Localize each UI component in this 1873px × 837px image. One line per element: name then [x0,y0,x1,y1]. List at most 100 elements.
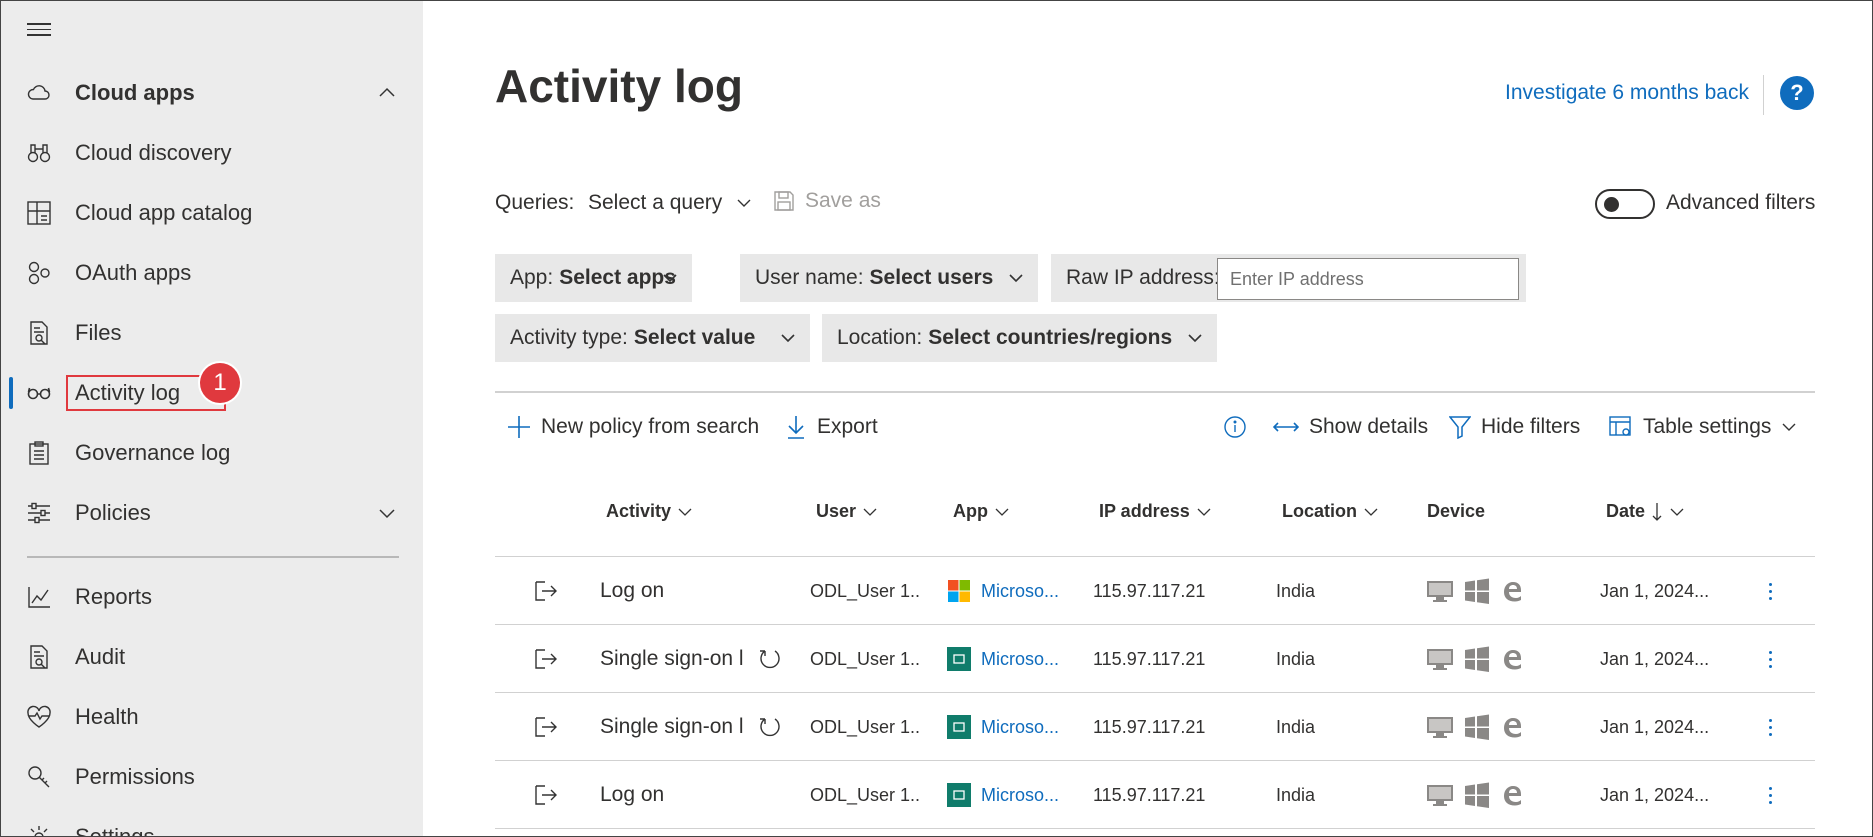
more-options-icon[interactable] [1755,693,1785,761]
sidebar-item-permissions[interactable]: Permissions [1,752,423,802]
sidebar-item-cloud-app-catalog[interactable]: Cloud app catalog [1,188,423,238]
sidebar-item-label: Cloud apps [75,80,195,105]
help-icon[interactable]: ? [1780,76,1814,110]
sidebar-item-cloud-discovery[interactable]: Cloud discovery [1,128,423,178]
column-header-ip-address[interactable]: IP address [1099,501,1212,522]
cell-app-link[interactable]: Microso... [947,761,1067,829]
advanced-filters-label: Advanced filters [1666,191,1816,214]
chevron-down-icon [1197,508,1211,516]
windows-icon [1465,646,1489,672]
chart-line-icon [26,584,52,610]
cell-location: India [1276,784,1316,805]
filter-value: Select value [633,326,756,349]
table-settings-icon [1609,416,1631,436]
app-name: Microso... [981,580,1060,601]
save-as-label: Save as [805,189,881,212]
cell-activity: Log on [600,579,665,602]
chevron-down-icon [781,334,795,343]
ip-address-input[interactable] [1217,258,1519,300]
edge-browser-icon [1504,582,1521,602]
save-as-button[interactable]: Save as [773,189,881,213]
column-header-user[interactable]: User [816,501,878,522]
sidebar-item-governance-log[interactable]: Governance log [1,428,423,478]
cell-app-link[interactable]: Microso... [947,557,1067,625]
column-label: IP address [1099,501,1190,521]
sidebar-item-audit[interactable]: Audit [1,632,423,682]
app-filter-dropdown[interactable]: App: Select apps [495,254,692,302]
advanced-filters-toggle[interactable] [1595,189,1655,219]
chevron-down-icon[interactable] [377,503,397,523]
column-label: Activity [606,501,672,521]
location-filter-dropdown[interactable]: Location: Select countries/regions [822,314,1217,362]
clipboard-icon [26,440,52,466]
table-settings-button[interactable]: Table settings [1609,415,1797,439]
sort-descending-arrow-icon [1652,502,1662,521]
export-button[interactable]: Export [785,415,878,439]
sign-in-arrow-icon [533,761,559,829]
show-details-button[interactable]: Show details [1273,415,1428,439]
cell-user: ODL_User 1... [810,716,920,737]
filter-icon [1449,416,1471,439]
cell-ip-address: 115.97.117.21 [1093,784,1206,805]
sidebar-item-cloud-apps[interactable]: Cloud apps [1,68,423,118]
more-options-icon[interactable] [1755,557,1785,625]
sidebar-item-oauth-apps[interactable]: OAuth apps [1,248,423,298]
cell-app-link[interactable]: Microso... [947,625,1067,693]
table-row[interactable]: Single sign-on l ODL_User 1... Microso... 1… [495,693,1815,761]
activity-type-filter-dropdown[interactable]: Activity type: Select value [495,314,810,362]
chevron-up-icon[interactable] [377,83,397,103]
key-icon [26,764,52,790]
cell-user: ODL_User 1... [810,648,920,669]
sidebar-item-files[interactable]: Files [1,308,423,358]
column-label: Date [1606,501,1646,521]
sidebar-item-label: Health [75,704,139,729]
cell-ip-address: 115.97.117.21 [1093,580,1206,601]
sidebar-item-settings[interactable]: Settings [1,812,423,836]
sidebar-item-health[interactable]: Health [1,692,423,742]
user-name-filter-dropdown[interactable]: User name: Select users [740,254,1038,302]
cell-app-link[interactable]: Microso... [947,693,1067,761]
chevron-down-icon [663,274,677,283]
column-header-activity[interactable]: Activity [606,501,693,522]
column-header-app[interactable]: App [953,501,1010,522]
cell-location: India [1276,580,1316,601]
sidebar-item-reports[interactable]: Reports [1,572,423,622]
sidebar-item-policies[interactable]: Policies [1,488,423,538]
file-search-icon [26,320,52,346]
hide-filters-button[interactable]: Hide filters [1449,415,1580,439]
desktop-icon [1427,785,1453,806]
sidebar-item-label: Files [75,320,122,345]
column-header-device: Device [1427,501,1485,522]
desktop-icon [1427,581,1453,602]
download-icon [788,416,804,439]
edge-browser-icon [1504,786,1521,806]
sidebar-item-label: Governance log [75,440,231,465]
query-select-dropdown[interactable]: Select a query [588,191,752,215]
refresh-icon [759,693,783,761]
investigate-6-months-link[interactable]: Investigate 6 months back [1505,81,1749,105]
windows-icon [1465,578,1489,604]
more-options-icon[interactable] [1755,625,1785,693]
cell-ip-address: 115.97.117.21 [1093,648,1206,669]
main-content: Activity log Investigate 6 months back ?… [495,1,1816,836]
more-options-icon[interactable] [1755,761,1785,829]
refresh-icon [759,625,783,693]
gear-icon [26,824,52,836]
column-header-location[interactable]: Location [1282,501,1379,522]
sign-in-arrow-icon [533,557,559,625]
table-row[interactable]: Log on ODL_User 1... Microso... 115.97.117.… [495,761,1815,829]
column-header-date[interactable]: Date [1606,501,1685,522]
table-row[interactable]: Single sign-on l ODL_User 1... Microso... 1… [495,625,1815,693]
button-label: Hide filters [1481,415,1581,438]
queries-label: Queries: [495,191,575,214]
filter-label: Location: [837,326,923,349]
document-search-icon [26,644,52,670]
info-icon[interactable] [1223,415,1247,439]
teams-green-logo [947,715,971,739]
table-row[interactable]: Log on ODL_User 1... Microso... 115.97.117.… [495,557,1815,625]
header-separator [1763,75,1764,115]
column-label: App [953,501,988,521]
button-label: New policy from search [541,415,760,438]
new-policy-from-search-button[interactable]: New policy from search [507,415,759,439]
hamburger-menu-icon[interactable] [27,23,51,39]
